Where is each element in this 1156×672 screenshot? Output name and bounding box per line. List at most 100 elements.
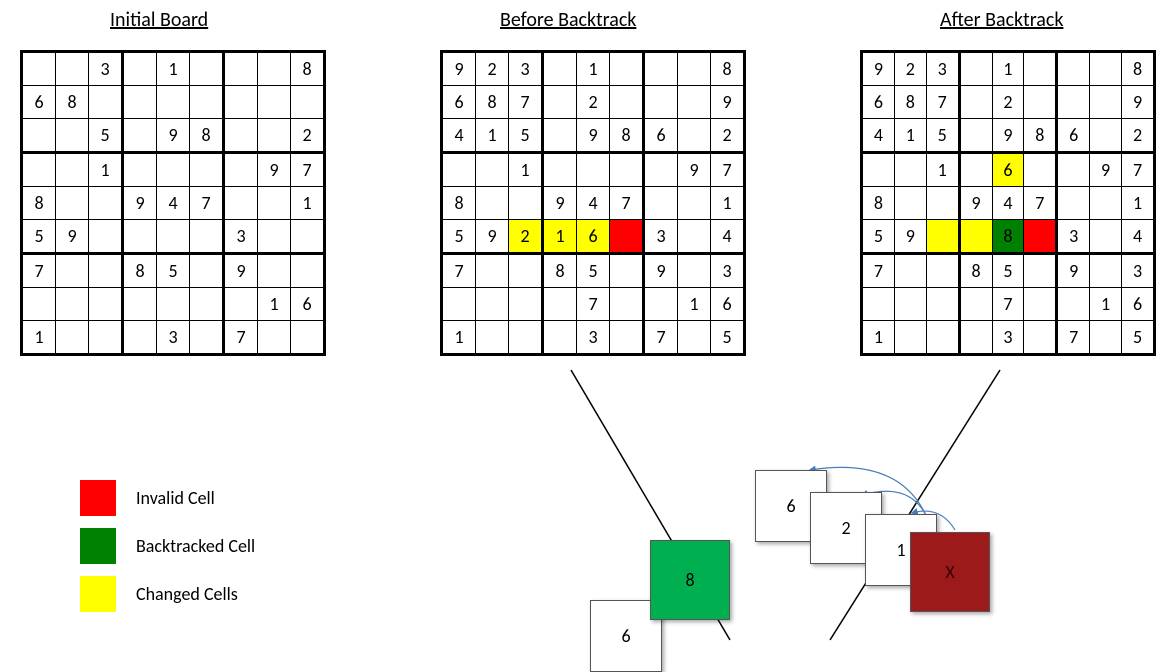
cell: 1	[89, 153, 123, 187]
cell	[1024, 52, 1057, 86]
cell: 7	[711, 153, 745, 187]
cell: 8	[1122, 52, 1155, 86]
cell	[894, 321, 926, 355]
cell	[190, 220, 224, 254]
cell	[1090, 187, 1122, 220]
cell	[190, 254, 224, 288]
cell: 2	[509, 220, 543, 254]
cell: 4	[1122, 220, 1155, 254]
cell: 5	[157, 254, 190, 288]
cell	[610, 254, 644, 288]
cell	[291, 254, 325, 288]
cell	[157, 153, 190, 187]
cell	[678, 220, 711, 254]
cell: 5	[862, 220, 895, 254]
legend-swatch-yellow	[80, 576, 116, 612]
cell: 7	[577, 288, 610, 321]
cell: 6	[862, 86, 895, 119]
diagram-stage: Initial Board Before Backtrack After Bac…	[0, 0, 1156, 672]
cell	[894, 254, 926, 288]
cell	[678, 86, 711, 119]
cell	[476, 254, 509, 288]
cell	[959, 86, 992, 119]
cell: 3	[224, 220, 258, 254]
cell: 6	[22, 86, 56, 119]
cell: 1	[678, 288, 711, 321]
cell	[291, 321, 325, 355]
cell	[644, 187, 678, 220]
cell	[291, 220, 325, 254]
cell: 1	[476, 119, 509, 153]
cell	[157, 220, 190, 254]
cell: 8	[190, 119, 224, 153]
legend-label-backtracked: Backtracked Cell	[136, 535, 255, 557]
cell	[157, 288, 190, 321]
cell	[123, 288, 157, 321]
cell	[1057, 288, 1090, 321]
cell	[224, 187, 258, 220]
cell	[1024, 86, 1057, 119]
cell	[476, 187, 509, 220]
cell: 5	[442, 220, 476, 254]
cell: 1	[894, 119, 926, 153]
cell: 1	[711, 187, 745, 220]
cell: 5	[926, 119, 959, 153]
cell	[894, 288, 926, 321]
cell: 3	[157, 321, 190, 355]
cell	[543, 86, 577, 119]
cell: 3	[644, 220, 678, 254]
cell: 7	[442, 254, 476, 288]
cell	[1090, 52, 1122, 86]
cell: 9	[442, 52, 476, 86]
cell: 8	[1024, 119, 1057, 153]
legend-row-changed: Changed Cells	[80, 576, 255, 612]
cell: 1	[926, 153, 959, 187]
cell: 1	[22, 321, 56, 355]
cell: 5	[711, 321, 745, 355]
cell: 7	[862, 254, 895, 288]
cell: 1	[992, 52, 1024, 86]
cell	[862, 288, 895, 321]
cell	[224, 119, 258, 153]
cell: 2	[992, 86, 1024, 119]
cell: 4	[157, 187, 190, 220]
cell	[258, 321, 291, 355]
cell	[509, 254, 543, 288]
cell: 9	[1122, 86, 1155, 119]
cell: 4	[862, 119, 895, 153]
cell	[291, 86, 325, 119]
cell: 9	[224, 254, 258, 288]
legend-label-changed: Changed Cells	[136, 583, 238, 605]
cell	[644, 52, 678, 86]
cell	[644, 153, 678, 187]
cell: 7	[1024, 187, 1057, 220]
cell	[89, 220, 123, 254]
cell: 8	[543, 254, 577, 288]
cell	[678, 52, 711, 86]
cell	[509, 321, 543, 355]
cell	[224, 153, 258, 187]
cell: 1	[577, 52, 610, 86]
cell	[56, 254, 89, 288]
cell	[509, 288, 543, 321]
cell: 7	[291, 153, 325, 187]
cell	[678, 254, 711, 288]
board-initial: 31868598219789471593785916137	[20, 50, 326, 356]
cell	[157, 86, 190, 119]
cell: 9	[862, 52, 895, 86]
cell: 3	[509, 52, 543, 86]
cell: 8	[22, 187, 56, 220]
cell	[89, 254, 123, 288]
cell	[610, 52, 644, 86]
legend-swatch-red	[80, 480, 116, 516]
cell	[123, 52, 157, 86]
cell	[476, 321, 509, 355]
cell: 7	[1122, 153, 1155, 187]
cell: 6	[1122, 288, 1155, 321]
cell: 8	[610, 119, 644, 153]
cell	[678, 119, 711, 153]
cell: 3	[89, 52, 123, 86]
cell	[610, 153, 644, 187]
cell	[959, 119, 992, 153]
cell	[442, 153, 476, 187]
